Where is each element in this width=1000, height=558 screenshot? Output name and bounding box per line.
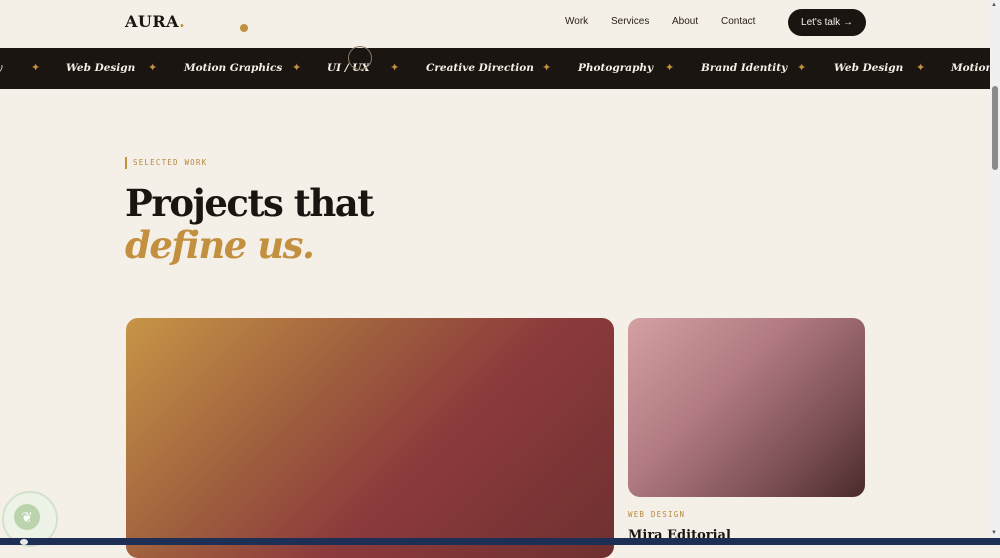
scrollbar-track[interactable]	[990, 0, 1000, 545]
marquee-item: Web Design	[834, 62, 904, 74]
lets-talk-button[interactable]: Let's talk →	[788, 9, 866, 36]
page-title-accent: define us.	[125, 223, 315, 267]
project-card-image-large[interactable]	[126, 318, 614, 558]
project-card-image-small[interactable]	[628, 318, 865, 497]
marquee-item: Photography	[578, 62, 654, 74]
star-icon: ✦	[797, 62, 807, 74]
marquee-item: Web Design	[66, 62, 136, 74]
marquee-item: Motion G	[951, 62, 990, 74]
scrollbar-thumb[interactable]	[992, 86, 998, 170]
custom-cursor-ring	[348, 46, 372, 70]
star-icon: ✦	[390, 62, 400, 74]
section-eyebrow: SELECTED WORK	[125, 157, 207, 169]
nav-contact[interactable]: Contact	[721, 16, 755, 27]
triangle-down-icon[interactable]: ▼	[991, 530, 997, 536]
services-marquee: y ✦ Web Design ✦ Motion Graphics ✦ UI / …	[0, 48, 990, 89]
star-icon: ✦	[31, 62, 41, 74]
taskbar-app-icon[interactable]	[20, 539, 28, 545]
page-title: Projects that	[125, 181, 374, 225]
nav-services[interactable]: Services	[611, 16, 649, 27]
nav-about[interactable]: About	[672, 16, 698, 27]
triangle-up-icon[interactable]: ▲	[991, 2, 997, 8]
os-taskbar	[0, 538, 1000, 545]
site-header: AURA. Work Services About Contact Let's …	[0, 0, 990, 48]
logo[interactable]: AURA.	[125, 12, 185, 31]
marquee-item: Brand Identity	[701, 62, 788, 74]
marquee-item: y	[0, 62, 2, 74]
star-icon: ✦	[148, 62, 158, 74]
leaf-icon[interactable]: ❦	[14, 504, 40, 530]
star-icon: ✦	[665, 62, 675, 74]
star-icon: ✦	[542, 62, 552, 74]
marquee-item: Creative Direction	[426, 62, 534, 74]
star-icon: ✦	[292, 62, 302, 74]
star-icon: ✦	[916, 62, 926, 74]
nav-work[interactable]: Work	[565, 16, 588, 27]
project-category: WEB DESIGN	[628, 510, 686, 519]
marquee-item: Motion Graphics	[184, 62, 283, 74]
decorative-dot	[240, 24, 248, 32]
